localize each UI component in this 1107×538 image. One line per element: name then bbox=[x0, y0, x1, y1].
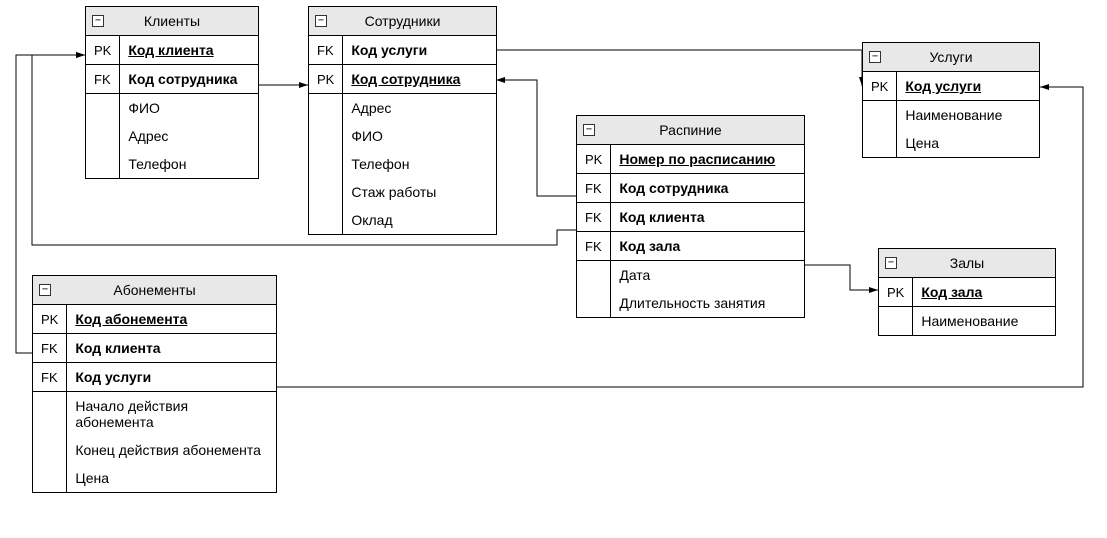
entity-title-label: Абонементы bbox=[113, 282, 195, 298]
field-name: Наименование bbox=[913, 307, 1055, 336]
key-col: FK bbox=[309, 36, 343, 65]
entity-subscriptions: − Абонементы PK Код абонемента FK Код клие… bbox=[32, 275, 277, 493]
entity-title-label: Клиенты bbox=[144, 13, 200, 29]
field-name: Код сотрудника bbox=[351, 71, 460, 87]
entity-title: − Услуги bbox=[863, 43, 1039, 72]
field-name: ФИО bbox=[343, 122, 496, 150]
field-name: ФИО bbox=[120, 94, 258, 123]
entity-employees: − Сотрудники FK Код услуги PK Код сотрудни… bbox=[308, 6, 497, 235]
entity-title: − Распиние bbox=[577, 116, 804, 145]
field-name: Код абонемента bbox=[75, 311, 187, 327]
entity-title-label: Распиние bbox=[659, 122, 721, 138]
field-name: Телефон bbox=[343, 150, 496, 178]
key-col: FK bbox=[577, 203, 611, 232]
field-name: Адрес bbox=[120, 122, 258, 150]
field-name: Цена bbox=[897, 129, 1039, 157]
entity-title: − Сотрудники bbox=[309, 7, 496, 36]
field-name: Код сотрудника bbox=[128, 71, 237, 87]
field-name: Код клиента bbox=[128, 42, 213, 58]
field-name: Код услуги bbox=[905, 78, 981, 94]
field-name: Длительность занятия bbox=[611, 289, 804, 317]
field-name: Дата bbox=[611, 261, 804, 290]
entity-rows: PK Код абонемента FK Код клиента FK Код усл… bbox=[33, 305, 276, 492]
field-name: Код услуги bbox=[351, 42, 427, 58]
collapse-icon[interactable]: − bbox=[92, 15, 104, 27]
field-name: Телефон bbox=[120, 150, 258, 178]
field-name: Конец действия абонемента bbox=[67, 436, 276, 464]
field-name: Номер по расписанию bbox=[619, 151, 775, 167]
entity-title: − Залы bbox=[879, 249, 1055, 278]
entity-services: − Услуги PK Код услуги Наименование Цена bbox=[862, 42, 1040, 158]
field-name: Начало действия абонемента bbox=[67, 392, 276, 437]
field-name: Код услуги bbox=[75, 369, 151, 385]
key-col: FK bbox=[33, 363, 67, 392]
key-col: FK bbox=[86, 65, 120, 94]
field-name: Адрес bbox=[343, 94, 496, 123]
collapse-icon[interactable]: − bbox=[869, 51, 881, 63]
entity-rows: FKКод услуги PKКод сотрудника Адрес ФИО … bbox=[309, 36, 496, 234]
field-name: Код сотрудника bbox=[619, 180, 728, 196]
entity-title-label: Сотрудники bbox=[365, 13, 441, 29]
key-col: FK bbox=[577, 174, 611, 203]
entity-rows: PK Код услуги Наименование Цена bbox=[863, 72, 1039, 157]
entity-rows: PK Код клиента FK Код сотрудника ФИО Адрес… bbox=[86, 36, 258, 178]
entity-title-label: Залы bbox=[950, 255, 984, 271]
field-name: Код зала bbox=[619, 238, 680, 254]
field-name: Код клиента bbox=[75, 340, 160, 356]
key-col: FK bbox=[33, 334, 67, 363]
field-name: Стаж работы bbox=[343, 178, 496, 206]
key-col: PK bbox=[863, 72, 897, 101]
key-col: PK bbox=[577, 145, 611, 174]
field-name: Оклад bbox=[343, 206, 496, 234]
collapse-icon[interactable]: − bbox=[583, 124, 595, 136]
entity-title: − Абонементы bbox=[33, 276, 276, 305]
key-col: PK bbox=[879, 278, 913, 307]
key-col: PK bbox=[86, 36, 120, 65]
entity-title: − Клиенты bbox=[86, 7, 258, 36]
field-name: Наименование bbox=[897, 101, 1039, 130]
entity-schedule: − Распиние PK Номер по расписанию FK Код с… bbox=[576, 115, 805, 318]
entity-title-label: Услуги bbox=[929, 49, 972, 65]
field-name: Цена bbox=[67, 464, 276, 492]
key-col: FK bbox=[577, 232, 611, 261]
entity-clients: − Клиенты PK Код клиента FK Код сотрудника… bbox=[85, 6, 259, 179]
key-col: PK bbox=[33, 305, 67, 334]
field-name: Код клиента bbox=[619, 209, 704, 225]
entity-halls: − Залы PK Код зала Наименование bbox=[878, 248, 1056, 336]
field-name: Код зала bbox=[921, 284, 982, 300]
collapse-icon[interactable]: − bbox=[39, 284, 51, 296]
entity-rows: PK Номер по расписанию FK Код сотрудника F… bbox=[577, 145, 804, 317]
collapse-icon[interactable]: − bbox=[315, 15, 327, 27]
key-col: PK bbox=[309, 65, 343, 94]
entity-rows: PK Код зала Наименование bbox=[879, 278, 1055, 335]
collapse-icon[interactable]: − bbox=[885, 257, 897, 269]
